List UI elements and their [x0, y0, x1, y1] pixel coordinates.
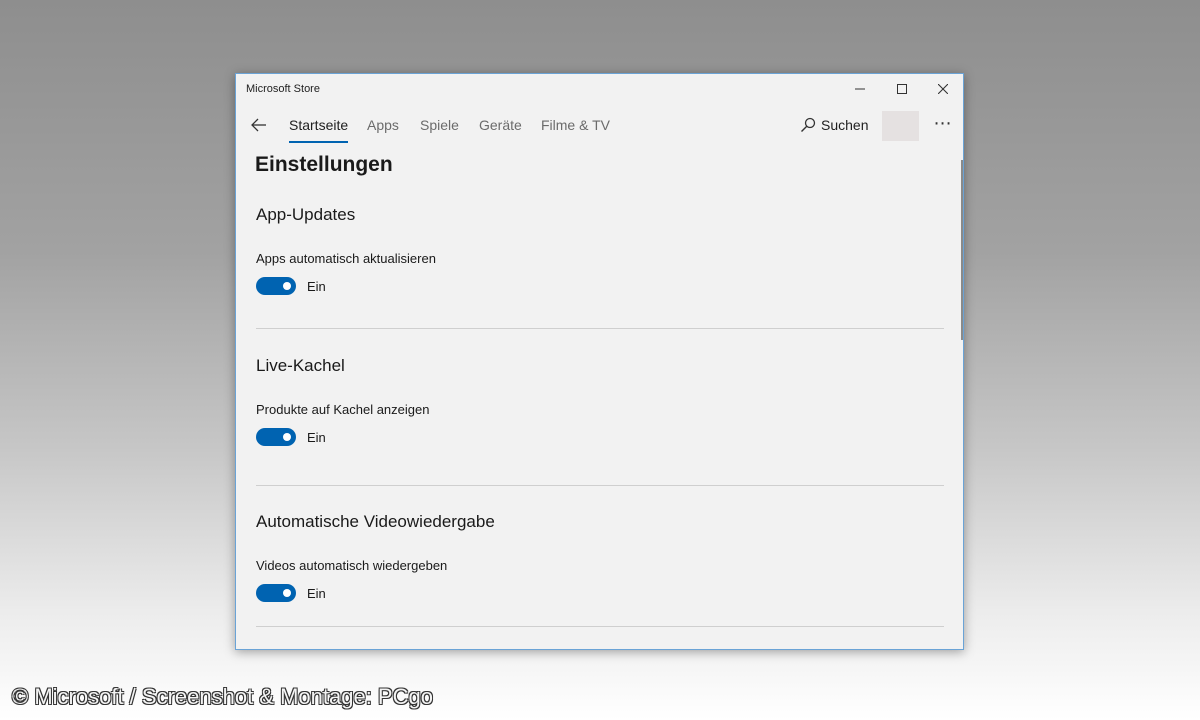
toggle-live-tile[interactable]: [256, 428, 296, 446]
toggle-knob: [283, 589, 291, 597]
tab-label: Startseite: [289, 117, 349, 133]
toggle-knob: [283, 282, 291, 290]
tab-geraete[interactable]: Geräte: [479, 117, 522, 133]
setting-label-video-autoplay: Videos automatisch wiedergeben: [256, 558, 448, 573]
tab-spiele[interactable]: Spiele: [420, 117, 459, 133]
title-bar: Microsoft Store: [236, 74, 963, 104]
search-button[interactable]: Suchen: [800, 114, 868, 136]
nav-bar: Startseite Apps Spiele Geräte Filme & TV…: [236, 104, 963, 148]
maximize-button[interactable]: [881, 74, 923, 104]
minimize-icon: [855, 88, 865, 90]
toggle-state-video-autoplay: Ein: [307, 586, 326, 601]
search-icon: [801, 117, 816, 132]
active-tab-indicator: [289, 141, 349, 143]
more-options-button[interactable]: ⋯: [931, 114, 955, 138]
microsoft-store-window: Microsoft Store Startseite Apps Spiele G…: [235, 73, 964, 650]
setting-label-live-tile: Produkte auf Kachel anzeigen: [256, 402, 430, 417]
minimize-button[interactable]: [839, 74, 881, 104]
toggle-video-autoplay[interactable]: [256, 584, 296, 602]
maximize-icon: [897, 84, 907, 94]
vertical-scrollbar[interactable]: [961, 160, 963, 340]
app-title: Microsoft Store: [246, 83, 320, 95]
close-button[interactable]: [922, 74, 963, 104]
toggle-knob: [283, 433, 291, 441]
back-button[interactable]: [246, 112, 272, 138]
section-title-video-autoplay: Automatische Videowiedergabe: [256, 512, 495, 531]
search-label: Suchen: [821, 117, 869, 133]
section-divider: [256, 626, 944, 627]
account-avatar[interactable]: [882, 111, 919, 141]
page-title: Einstellungen: [255, 153, 393, 176]
close-icon: [938, 84, 948, 94]
section-divider: [256, 328, 944, 329]
setting-label-auto-update: Apps automatisch aktualisieren: [256, 251, 436, 266]
toggle-auto-update[interactable]: [256, 277, 296, 295]
section-title-live-tile: Live-Kachel: [256, 356, 345, 375]
toggle-state-auto-update: Ein: [307, 279, 326, 294]
tab-apps[interactable]: Apps: [367, 117, 399, 133]
section-title-app-updates: App-Updates: [256, 205, 356, 224]
section-divider: [256, 485, 944, 486]
back-arrow-icon: [251, 118, 266, 132]
tab-filme-tv[interactable]: Filme & TV: [541, 117, 610, 133]
tab-startseite[interactable]: Startseite: [289, 117, 349, 143]
toggle-state-live-tile: Ein: [307, 430, 326, 445]
copyright-watermark: © Microsoft / Screenshot & Montage: PCgo: [12, 684, 433, 709]
